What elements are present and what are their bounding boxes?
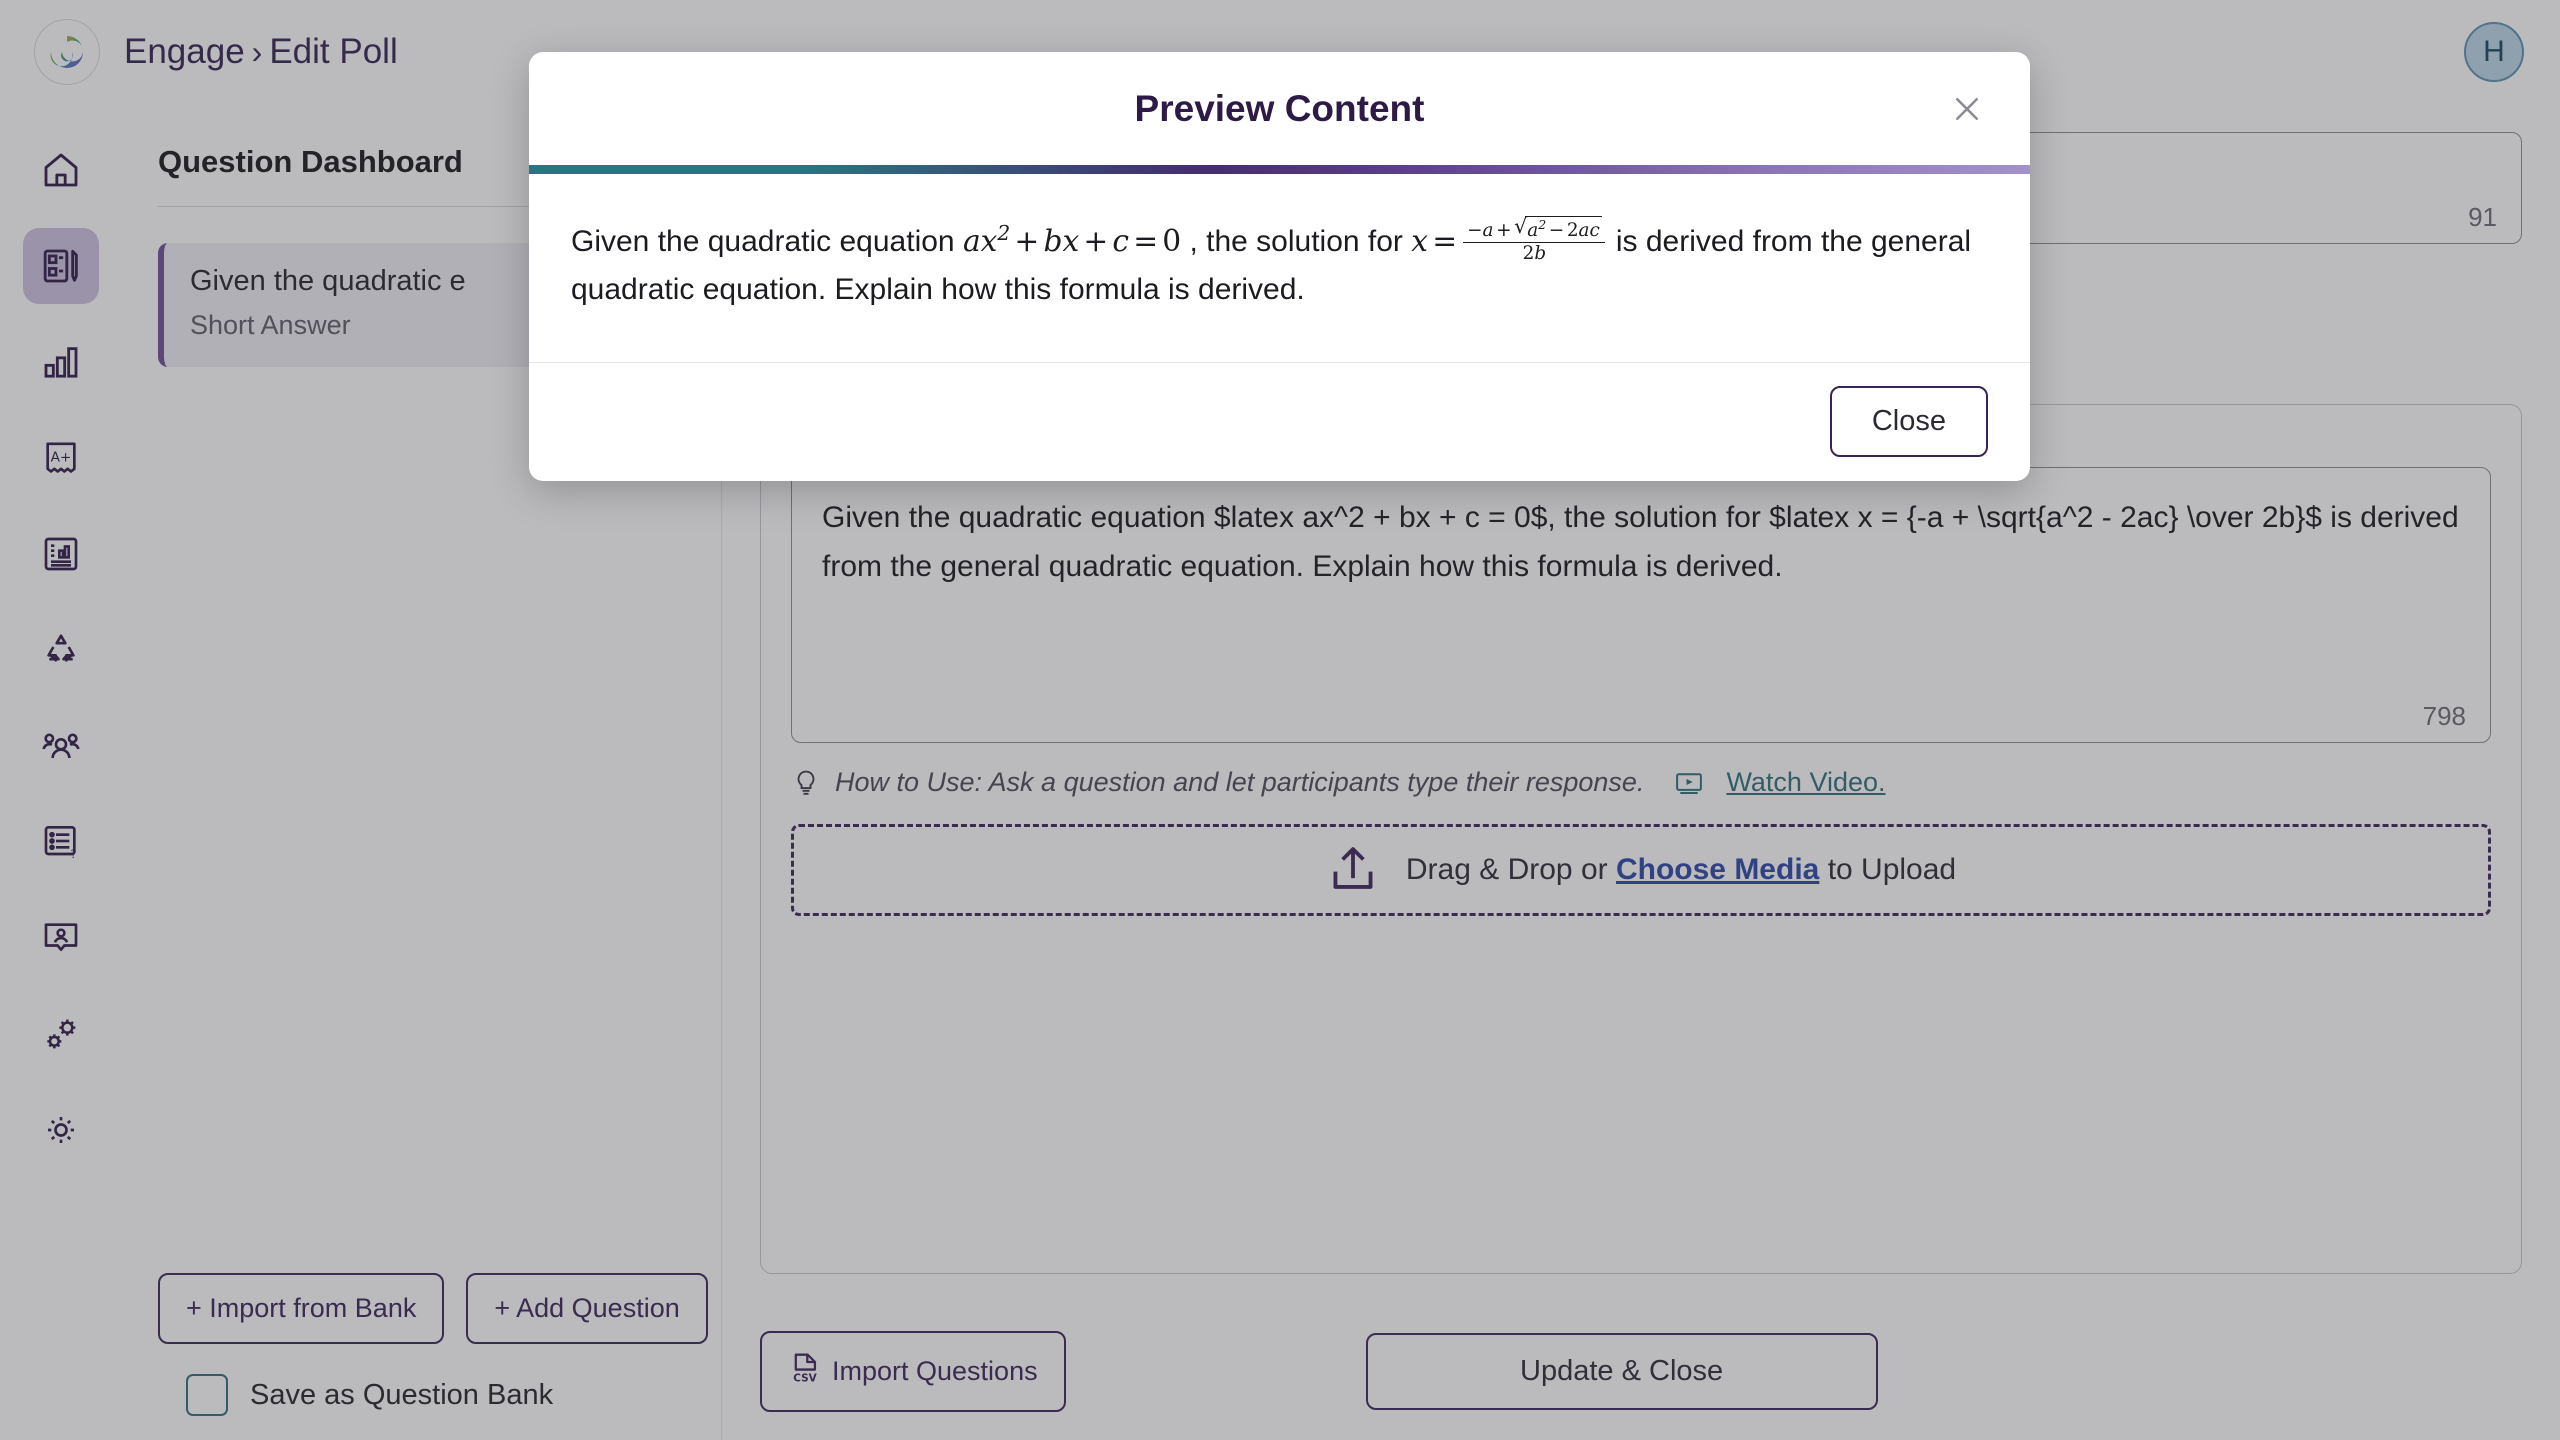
modal-accent-gradient-bar bbox=[529, 165, 2030, 174]
preview-middle-text: , the solution for bbox=[1189, 224, 1403, 258]
close-x-icon[interactable] bbox=[1944, 86, 1990, 132]
modal-body: Given the quadratic equation ax2 + bx + c = 0 … bbox=[529, 174, 2030, 363]
modal-title: Preview Content bbox=[1134, 87, 1425, 129]
preview-lead-text: Given the quadratic equation bbox=[571, 224, 955, 258]
preview-equation-1: ax2 + bx + c = 0 bbox=[962, 221, 1182, 259]
modal-close-button[interactable]: Close bbox=[1829, 386, 1988, 458]
preview-content-modal: Preview Content Given the quadratic equa… bbox=[529, 52, 2030, 481]
modal-header: Preview Content bbox=[529, 52, 2030, 165]
preview-rendered-content: Given the quadratic equation ax2 + bx + c = 0 … bbox=[571, 215, 1988, 314]
modal-footer: Close bbox=[529, 363, 2030, 481]
preview-equation-2: x=−a+a2−2ac2b bbox=[1411, 215, 1607, 264]
